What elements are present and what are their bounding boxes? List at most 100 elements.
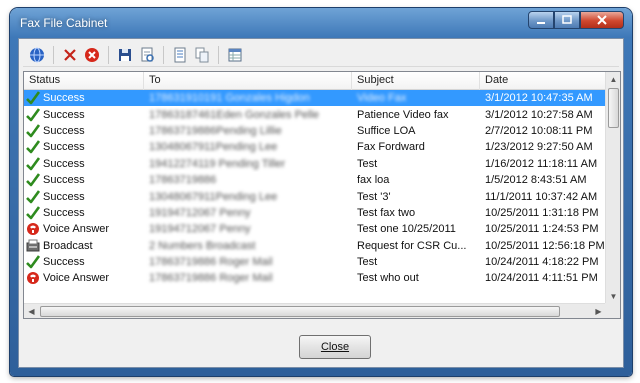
subject-text: Test: [357, 157, 378, 170]
caption-buttons: [528, 11, 624, 29]
view-document-button[interactable]: [170, 45, 190, 65]
status-cell: Voice Answer: [24, 270, 144, 286]
to-cell: 17863719886Pending Lillie: [144, 123, 352, 139]
cancel-button[interactable]: [82, 45, 102, 65]
status-text: Success: [43, 256, 85, 269]
globe-icon: [30, 47, 44, 62]
window-title: Fax File Cabinet: [20, 16, 108, 30]
scroll-down-arrow-icon[interactable]: ▼: [606, 289, 620, 304]
recipient-text: 19194712067 Penny: [149, 223, 251, 236]
table-row[interactable]: Success 17863719886Pending Lillie Suffice …: [24, 123, 606, 139]
check-icon: [26, 206, 40, 220]
subject-text: Request for CSR Cu...: [357, 239, 467, 252]
properties-button[interactable]: [225, 45, 245, 65]
window-client-area: Status To Subject Date Success 1786319101…: [18, 38, 624, 368]
close-button[interactable]: Close: [299, 335, 371, 359]
subject-text: Test who out: [357, 272, 419, 285]
minimize-button[interactable]: [528, 11, 554, 29]
table-row[interactable]: Success 17863187461Eden Gonzales Pelle Pat…: [24, 106, 606, 122]
status-text: Broadcast: [43, 239, 93, 252]
status-cell: Success: [24, 106, 144, 122]
subject-text: Test one 10/25/2011: [357, 223, 456, 236]
voice-answer-icon: [27, 223, 39, 236]
close-icon: [597, 15, 607, 25]
date-cell: 1/5/2012 8:43:51 AM: [480, 172, 606, 188]
title-bar[interactable]: Fax File Cabinet: [10, 8, 632, 36]
window-close-button[interactable]: [580, 11, 624, 29]
subject-text: fax loa: [357, 174, 390, 187]
check-icon: [26, 206, 40, 220]
check-icon: [26, 124, 40, 138]
document-view-icon: [141, 47, 154, 62]
subject-text: Test fax two: [357, 206, 416, 219]
table-row[interactable]: Success 19194712067 Penny Test fax two 10/2…: [24, 205, 606, 221]
check-icon: [26, 173, 40, 187]
scroll-left-arrow-icon[interactable]: ◀: [24, 304, 39, 318]
date-cell: 1/16/2012 11:18:11 AM: [480, 156, 606, 172]
fax-list-view[interactable]: Status To Subject Date Success 1786319101…: [23, 71, 621, 319]
subject-cell: fax loa: [352, 172, 480, 188]
maximize-button[interactable]: [554, 11, 580, 29]
status-cell: Success: [24, 90, 144, 106]
delete-button[interactable]: [60, 45, 80, 65]
status-text: Success: [43, 124, 85, 137]
minimize-icon: [537, 22, 545, 24]
toolbar: [23, 43, 619, 67]
status-text: Voice Answer: [43, 272, 110, 285]
check-icon: [26, 91, 40, 105]
to-cell: 19412274119 Pending Tiller: [144, 156, 352, 172]
floppy-disk-icon: [119, 48, 131, 61]
copy-button[interactable]: [192, 45, 212, 65]
date-cell: 10/25/2011 1:31:18 PM: [480, 205, 606, 221]
globe-button[interactable]: [27, 45, 47, 65]
print-preview-button[interactable]: [137, 45, 157, 65]
scroll-right-arrow-icon[interactable]: ▶: [591, 304, 606, 318]
subject-cell: Request for CSR Cu...: [352, 238, 480, 254]
date-text: 3/1/2012 10:47:35 AM: [485, 92, 593, 105]
table-row[interactable]: Voice Answer 17863719886 Roger Mail Test w…: [24, 270, 606, 286]
table-row[interactable]: Success 17863719886 fax loa 1/5/2012 8:43:5…: [24, 172, 606, 188]
table-row[interactable]: Success 178631910191 Gonzales Higdon Video…: [24, 90, 606, 107]
horizontal-scrollbar[interactable]: ◀ ▶: [24, 303, 606, 318]
table-row[interactable]: Success 13048067911Pending Lee Test '3' 11/…: [24, 188, 606, 204]
status-cell: Success: [24, 254, 144, 270]
recipient-text: 19412274119 Pending Tiller: [149, 157, 286, 170]
column-header-to[interactable]: To: [144, 72, 352, 90]
scroll-up-arrow-icon[interactable]: ▲: [606, 72, 620, 87]
column-header-subject[interactable]: Subject: [352, 72, 480, 90]
horizontal-scroll-thumb[interactable]: [40, 306, 560, 317]
table-row[interactable]: Success 13048067911Pending Lee Fax Fordwar…: [24, 139, 606, 155]
save-button[interactable]: [115, 45, 135, 65]
broadcast-icon: [26, 239, 40, 252]
table-row[interactable]: Broadcast 2 Numbers Broadcast Request for …: [24, 238, 606, 254]
status-cell: Success: [24, 188, 144, 204]
check-icon: [26, 255, 40, 269]
date-text: 10/25/2011 1:24:53 PM: [485, 223, 599, 236]
date-text: 11/1/2011 10:37:42 AM: [485, 190, 598, 203]
status-cell: Success: [24, 156, 144, 172]
column-header-status[interactable]: Status: [24, 72, 144, 90]
status-cell: Broadcast: [24, 238, 144, 254]
check-icon: [26, 156, 40, 171]
status-text: Success: [43, 157, 85, 170]
recipient-text: 17863187461Eden Gonzales Pelle: [149, 108, 320, 121]
table-row[interactable]: Voice Answer 19194712067 Penny Test one 10…: [24, 221, 606, 237]
date-cell: 3/1/2012 10:27:58 AM: [480, 106, 606, 122]
check-icon: [26, 255, 40, 269]
to-cell: 17863719886: [144, 172, 352, 188]
delete-x-icon: [64, 48, 76, 61]
date-text: 3/1/2012 10:27:58 AM: [485, 108, 593, 121]
status-text: Success: [43, 108, 85, 121]
toolbar-separator: [108, 45, 109, 64]
table-row[interactable]: Success 17863719886 Roger Mail Test 10/24/2…: [24, 254, 606, 270]
column-header-date[interactable]: Date: [480, 72, 606, 90]
voice-answer-icon: [26, 271, 40, 285]
vertical-scroll-thumb[interactable]: [608, 88, 619, 128]
subject-cell: Test fax two: [352, 205, 480, 221]
document-icon: [174, 47, 186, 62]
table-row[interactable]: Success 19412274119 Pending Tiller Test 1/1…: [24, 156, 606, 172]
voice-answer-icon: [26, 222, 40, 236]
vertical-scrollbar[interactable]: ▲ ▼: [605, 72, 620, 304]
status-cell: Success: [24, 205, 144, 221]
date-cell: 3/1/2012 10:47:35 AM: [480, 90, 606, 106]
